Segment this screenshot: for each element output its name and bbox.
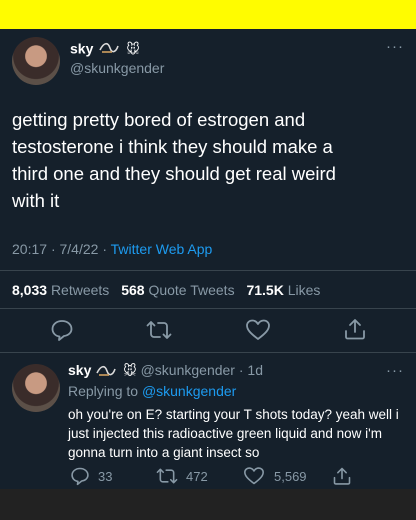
mouse-emoji-icon: 🐭	[126, 41, 140, 57]
retweets-stat[interactable]: 8,033 Retweets	[12, 282, 109, 298]
tweet-time: 20:17	[12, 241, 48, 257]
reply-likes-count: 5,569	[274, 468, 307, 484]
reply-replies-count: 33	[98, 468, 113, 484]
likes-label: Likes	[287, 282, 321, 298]
gender-symbol-icon	[98, 40, 122, 59]
reply-icon	[70, 466, 90, 486]
tweet-text-line: getting pretty bored of estrogen and	[12, 109, 306, 130]
divider	[0, 308, 416, 309]
gender-symbol-icon	[95, 363, 119, 380]
reply-author-line: sky 🐭 @skunkgender · 1d	[68, 362, 263, 380]
reply-text: oh you're on E? starting your T shots to…	[68, 405, 399, 462]
tweet-text-line: with it	[12, 190, 60, 211]
bottom-bar	[0, 489, 416, 520]
like-heart-icon	[243, 466, 265, 486]
reply-handle[interactable]: @skunkgender	[141, 362, 235, 378]
likes-count: 71.5K	[246, 282, 284, 298]
tweet-stats: 8,033 Retweets 568 Quote Tweets 71.5K Li…	[12, 282, 320, 298]
top-color-bar	[0, 0, 416, 29]
retweets-label: Retweets	[50, 282, 110, 298]
quotes-stat[interactable]: 568 Quote Tweets	[121, 282, 234, 298]
tweet-text-line: third one and they should get real weird	[12, 163, 336, 184]
handle[interactable]: @skunkgender	[70, 60, 164, 76]
likes-stat[interactable]: 71.5K Likes	[246, 282, 320, 298]
reply-age[interactable]: · 1d	[239, 362, 263, 378]
author-line: sky 🐭	[70, 40, 140, 59]
reply-like-action[interactable]: 5,569	[243, 466, 307, 486]
reply-text-line: oh you're on E? starting your T shots to…	[68, 407, 399, 422]
divider	[0, 352, 416, 353]
share-icon[interactable]	[332, 466, 352, 486]
replying-to: Replying to @skunkgender	[68, 383, 236, 399]
tweet-text: getting pretty bored of estrogen and tes…	[12, 106, 336, 214]
replying-to-handle[interactable]: @skunkgender	[142, 383, 236, 399]
reply-display-name[interactable]: sky	[68, 362, 91, 378]
reply-icon[interactable]	[50, 318, 74, 342]
like-heart-icon[interactable]	[245, 318, 271, 342]
retweet-icon[interactable]	[146, 318, 172, 342]
avatar[interactable]	[12, 37, 60, 85]
reply-text-line: just injected this radioactive green liq…	[68, 426, 383, 441]
display-name[interactable]: sky	[70, 41, 93, 57]
mouse-emoji-icon: 🐭	[123, 363, 137, 378]
reply-avatar[interactable]	[12, 364, 60, 412]
reply-reply-action[interactable]: 33	[70, 466, 112, 486]
reply-text-line: gonna turn into a giant insect so	[68, 445, 260, 460]
tweet-meta: 20:17 · 7/4/22 · Twitter Web App	[12, 241, 212, 257]
reply-retweet-action[interactable]: 472	[156, 466, 208, 486]
tweet-text-line: testosterone i think they should make a	[12, 136, 333, 157]
separator: ·	[50, 241, 56, 257]
divider	[0, 270, 416, 271]
replying-to-label: Replying to	[68, 383, 139, 399]
tweet-source[interactable]: Twitter Web App	[111, 241, 213, 257]
quotes-count: 568	[121, 282, 145, 298]
reply-retweets-count: 472	[186, 468, 208, 484]
share-icon[interactable]	[343, 317, 367, 341]
more-options-icon[interactable]: ···	[386, 38, 404, 55]
tweet-date[interactable]: 7/4/22	[60, 241, 99, 257]
retweets-count: 8,033	[12, 282, 48, 298]
reply-more-options-icon[interactable]: ···	[386, 362, 404, 379]
separator: ·	[102, 241, 107, 257]
retweet-icon	[156, 466, 178, 486]
quotes-label: Quote Tweets	[148, 282, 235, 298]
